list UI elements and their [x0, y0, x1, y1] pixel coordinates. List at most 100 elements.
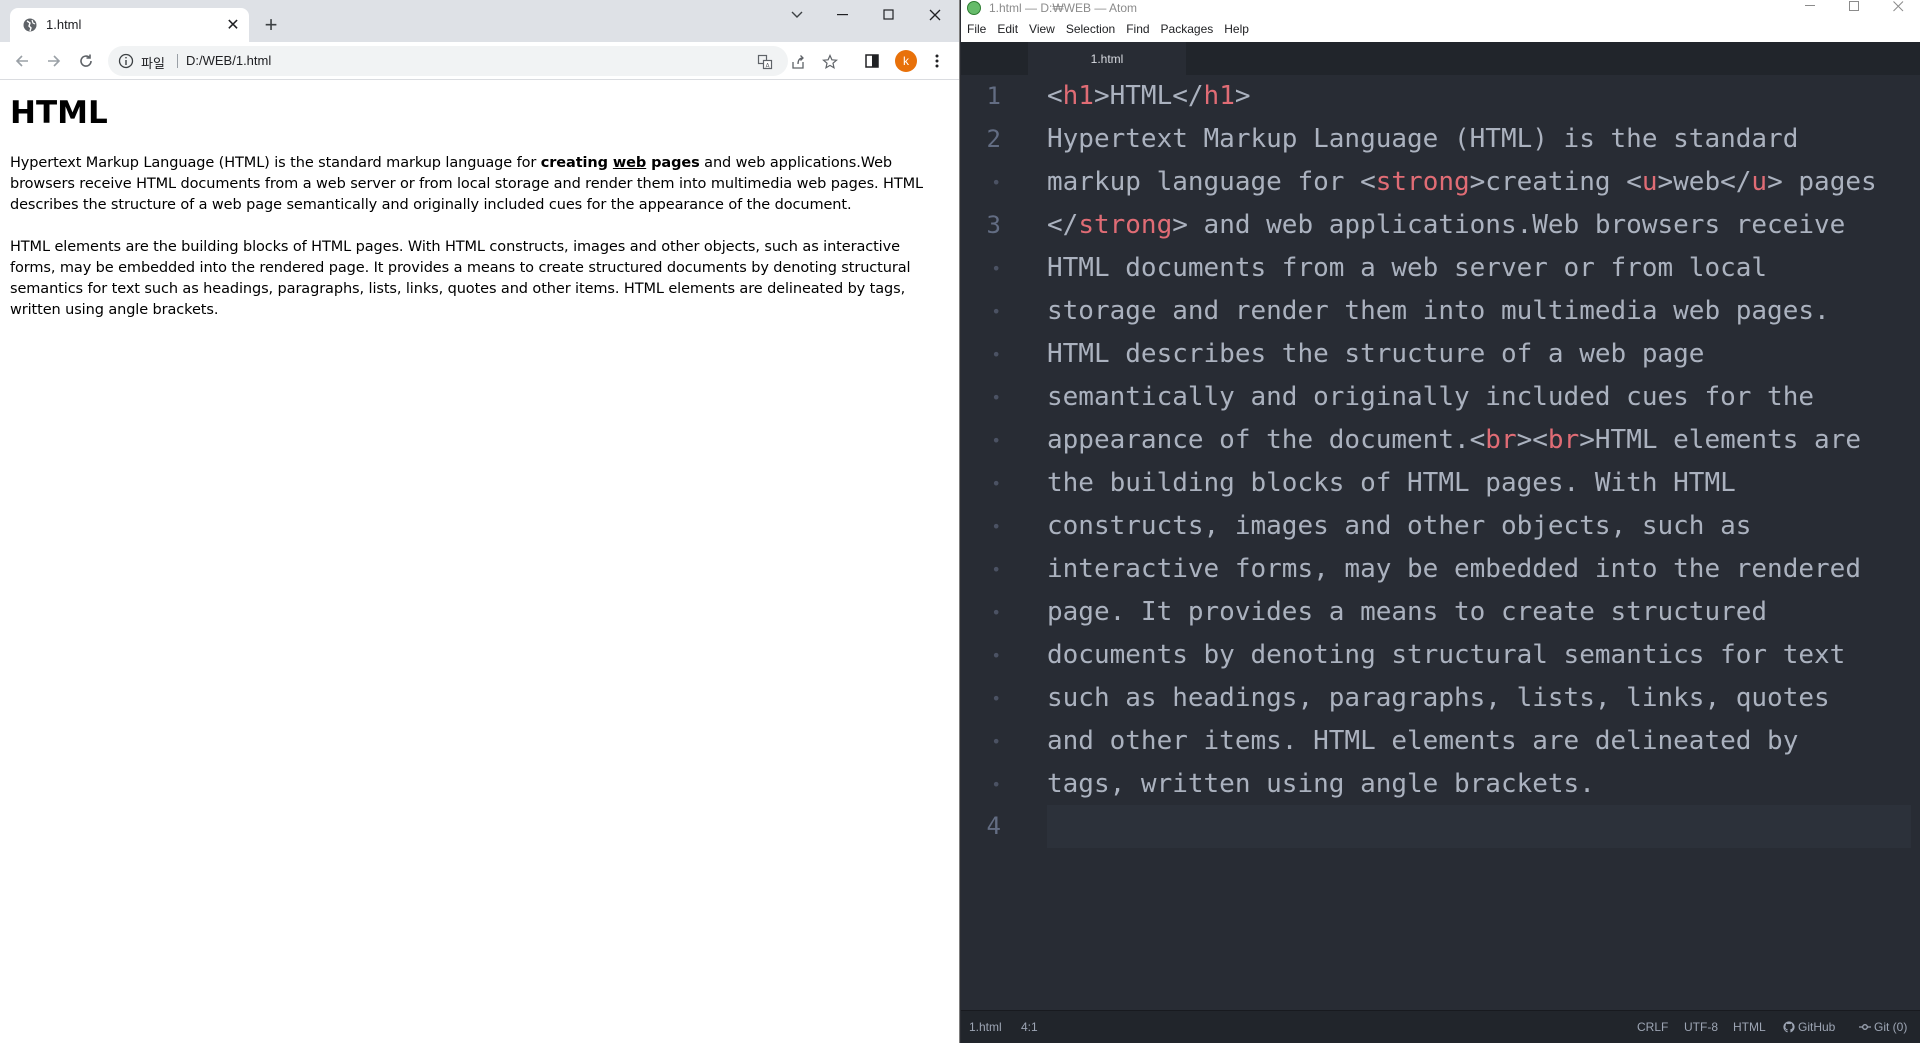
code-line: <h1>HTML</h1> [1047, 75, 1251, 118]
github-label: GitHub [1798, 1020, 1836, 1034]
code-editor[interactable]: 1 2 • 3 • • • • • • • • • • • • • 4 <h1>… [961, 75, 1920, 1010]
code-line: appearance of the document.<br><br>HTML … [1047, 419, 1861, 462]
code-line: tags, written using angle brackets. [1047, 769, 1595, 799]
more-menu-icon[interactable] [925, 49, 949, 73]
url-scheme-label: 파일 [141, 57, 165, 72]
cursor-line-highlight [1047, 805, 1911, 848]
close-window-icon[interactable] [912, 0, 958, 30]
git-commit-icon [1859, 1024, 1871, 1030]
code-text: > pages [1767, 167, 1877, 197]
code-line: the building blocks of HTML pages. With … [1047, 468, 1736, 498]
code-line: constructs, images and other objects, su… [1047, 511, 1752, 541]
browser-toolbar: 파일 D:/WEB/1.html A k [0, 42, 959, 80]
line-number: 4 [986, 812, 1001, 840]
status-cursor-position[interactable]: 4:1 [1021, 1020, 1038, 1034]
browser-tab-strip: 1.html ✕ + [0, 0, 959, 42]
code-text: >HTML elements are [1579, 425, 1861, 455]
soft-wrap-marker: • [991, 689, 1001, 708]
status-encoding[interactable]: UTF-8 [1684, 1020, 1718, 1034]
soft-wrap-marker: • [991, 646, 1001, 665]
forward-arrow-icon[interactable] [40, 47, 68, 75]
share-icon[interactable] [788, 52, 808, 72]
back-arrow-icon[interactable] [8, 47, 36, 75]
strong-text: creating web pages [541, 155, 700, 171]
status-file-name[interactable]: 1.html [969, 1020, 1002, 1034]
page-heading: HTML [10, 95, 108, 131]
paragraph-1: Hypertext Markup Language (HTML) is the … [10, 153, 948, 216]
github-icon [1783, 1021, 1795, 1033]
code-tag-name: br [1547, 425, 1580, 455]
tab-search-chevron-icon[interactable] [774, 0, 820, 30]
maximize-icon[interactable] [866, 0, 912, 30]
menu-view[interactable]: View [1029, 16, 1055, 42]
code-text: >creating < [1469, 167, 1642, 197]
code-line: markup language for <strong>creating < u>… [1047, 161, 1877, 204]
soft-wrap-marker: • [991, 345, 1001, 364]
code-punctuation: >< [1516, 425, 1548, 455]
soft-wrap-marker: • [991, 431, 1001, 450]
line-number: 2 [986, 125, 1001, 153]
browser-window: 1.html ✕ + 파일 D:/WEB/1.html A k HTML Hyp… [0, 0, 960, 1043]
code-tag-name: br [1485, 425, 1517, 455]
atom-tab-bar: 1.html [961, 42, 1920, 75]
menu-selection[interactable]: Selection [1066, 16, 1115, 42]
atom-window-title: 1.html — D:₩WEB — Atom [989, 1, 1138, 15]
profile-avatar[interactable]: k [895, 50, 917, 72]
atom-title-bar: 1.html — D:₩WEB — Atom [961, 0, 1920, 16]
code-line: storage and render them into multimedia … [1047, 296, 1830, 326]
minimize-icon[interactable] [1788, 0, 1832, 16]
code-line: Hypertext Markup Language (HTML) is the … [1047, 124, 1799, 154]
soft-wrap-marker: • [991, 173, 1001, 192]
editor-tab[interactable]: 1.html [1028, 42, 1186, 75]
new-tab-button[interactable]: + [258, 12, 284, 38]
address-bar[interactable]: 파일 D:/WEB/1.html A [108, 46, 838, 76]
maximize-icon[interactable] [1832, 0, 1876, 16]
code-text: appearance of the document.< [1047, 425, 1486, 455]
code-line: documents by denoting structural semanti… [1047, 640, 1846, 670]
reload-icon[interactable] [72, 47, 100, 75]
bookmark-star-icon[interactable] [820, 52, 840, 72]
menu-find[interactable]: Find [1126, 16, 1149, 42]
menu-packages[interactable]: Packages [1161, 16, 1214, 42]
status-bar: 1.html 4:1 CRLF UTF-8 HTML GitHub Git (0… [961, 1010, 1920, 1043]
status-line-ending[interactable]: CRLF [1637, 1020, 1668, 1034]
code-line: HTML describes the structure of a web pa… [1047, 339, 1705, 369]
web-page-content: HTML Hypertext Markup Language (HTML) is… [0, 81, 958, 1043]
code-tag-name: h1 [1062, 81, 1094, 111]
code-tag-name: strong [1078, 210, 1173, 240]
code-line: HTML documents from a web server or from… [1047, 253, 1768, 283]
code-tag-name: strong [1375, 167, 1470, 197]
code-line: and other items. HTML elements are delin… [1047, 726, 1799, 756]
soft-wrap-marker: • [991, 603, 1001, 622]
browser-tab[interactable]: 1.html ✕ [10, 8, 249, 42]
code-text: markup language for < [1047, 167, 1376, 197]
git-label: Git (0) [1874, 1020, 1908, 1034]
menu-help[interactable]: Help [1224, 16, 1249, 42]
close-tab-icon[interactable]: ✕ [223, 15, 243, 35]
browser-tab-title: 1.html [46, 17, 82, 32]
code-tag-name: u [1751, 167, 1768, 197]
github-panel-toggle[interactable]: GitHub [1783, 1020, 1835, 1034]
url-text[interactable]: D:/WEB/1.html [186, 53, 271, 68]
code-punctuation: > [1234, 81, 1251, 111]
soft-wrap-marker: • [991, 560, 1001, 579]
paragraph-1-text-a: Hypertext Markup Language (HTML) is the … [10, 155, 541, 171]
soft-wrap-marker: • [991, 517, 1001, 536]
git-panel-toggle[interactable]: Git (0) [1859, 1020, 1907, 1034]
soft-wrap-marker: • [991, 388, 1001, 407]
soft-wrap-marker: • [991, 474, 1001, 493]
line-number: 1 [986, 82, 1001, 110]
code-text: >web</ [1657, 167, 1752, 197]
info-icon[interactable] [118, 53, 134, 69]
code-text: >HTML</ [1093, 81, 1204, 111]
close-window-icon[interactable] [1876, 0, 1920, 16]
status-grammar[interactable]: HTML [1733, 1020, 1766, 1034]
menu-edit[interactable]: Edit [997, 16, 1018, 42]
menu-file[interactable]: File [967, 16, 986, 42]
translate-icon[interactable]: A [755, 52, 775, 72]
side-panel-icon[interactable] [860, 49, 884, 73]
minimize-icon[interactable] [820, 0, 866, 30]
code-line: page. It provides a means to create stru… [1047, 597, 1768, 627]
atom-logo-icon [967, 1, 981, 15]
soft-wrap-marker: • [991, 775, 1001, 794]
